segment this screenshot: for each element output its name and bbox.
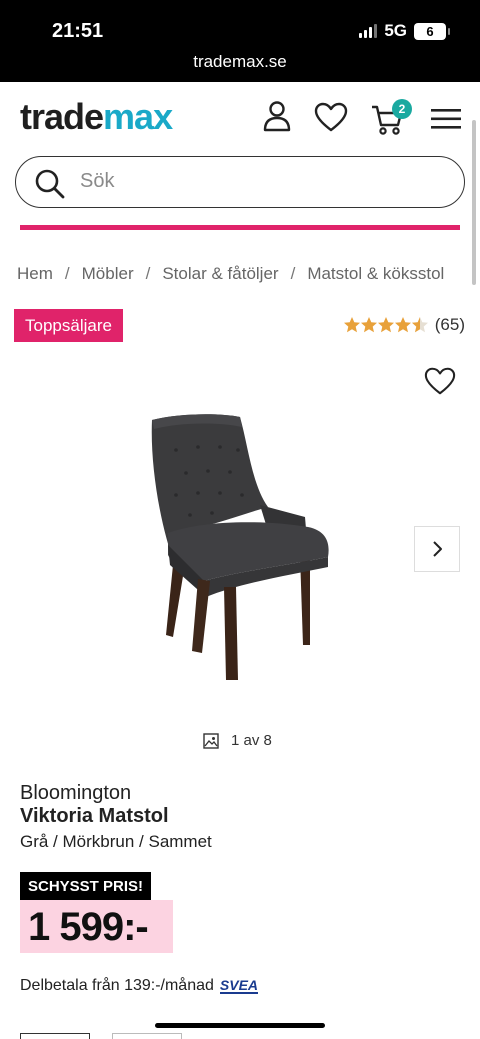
option-box[interactable]	[20, 1033, 90, 1039]
price-label-badge: SCHYSST PRIS!	[20, 872, 152, 900]
breadcrumb: Hem / Möbler / Stolar & fåtöljer / Matst…	[17, 264, 444, 284]
network-label: 5G	[384, 21, 407, 40]
product-brand[interactable]: Bloomington	[20, 782, 131, 805]
cart-count-badge: 2	[392, 99, 412, 119]
status-time: 21:51	[52, 20, 104, 42]
signal-icon	[359, 24, 378, 38]
page-scrollbar[interactable]	[472, 120, 476, 285]
search-icon	[35, 169, 65, 199]
breadcrumb-item-matstol[interactable]: Matstol & köksstol	[307, 264, 444, 284]
topseller-badge: Toppsäljare	[14, 309, 123, 342]
url-bar[interactable]: trademax.se	[0, 52, 480, 72]
user-icon[interactable]	[262, 100, 292, 132]
menu-icon[interactable]	[431, 108, 461, 130]
trademax-logo[interactable]: trademax	[20, 96, 173, 138]
chevron-right-icon	[433, 541, 442, 557]
product-price: 1 599:-	[28, 905, 149, 949]
status-bar: 21:51 5G 6 trademax.se	[0, 0, 480, 82]
product-rating[interactable]: (65)	[343, 315, 465, 335]
price-box: 1 599:-	[20, 900, 173, 953]
search-input[interactable]	[80, 170, 440, 193]
gallery-counter-text: 1 av 8	[231, 732, 272, 749]
status-indicators: 5G 6	[359, 21, 450, 41]
heart-icon[interactable]	[314, 102, 348, 132]
breadcrumb-item-mobler[interactable]: Möbler	[82, 264, 134, 284]
product-variant: Grå / Mörkbrun / Sammet	[20, 832, 212, 851]
search-bar[interactable]	[15, 156, 465, 208]
home-indicator[interactable]	[155, 1023, 325, 1028]
breadcrumb-separator: /	[290, 264, 296, 283]
breadcrumb-separator: /	[64, 264, 70, 283]
breadcrumb-item-stolar[interactable]: Stolar & fåtöljer	[162, 264, 278, 284]
gallery-next-button[interactable]	[414, 526, 460, 572]
option-box[interactable]	[112, 1033, 182, 1039]
star-icons	[343, 317, 428, 333]
product-image[interactable]	[140, 405, 340, 690]
rating-count: (65)	[434, 315, 465, 334]
promo-divider	[20, 225, 460, 230]
battery-icon: 6	[414, 22, 450, 40]
breadcrumb-item-home[interactable]: Hem	[17, 264, 53, 284]
breadcrumb-separator: /	[145, 264, 151, 283]
svea-logo: SVEA	[219, 977, 259, 994]
installment-text: Delbetala från 139:-/månad	[20, 977, 214, 994]
image-icon	[203, 732, 219, 749]
gallery-counter[interactable]: 1 av 8	[203, 732, 272, 749]
rating-stars	[343, 316, 429, 334]
site-header: trademax 2	[0, 82, 480, 222]
product-title: Viktoria Matstol	[20, 805, 169, 827]
favorite-heart-icon[interactable]	[424, 366, 456, 396]
installment-info[interactable]: Delbetala från 139:-/månad SVEA	[20, 977, 259, 995]
